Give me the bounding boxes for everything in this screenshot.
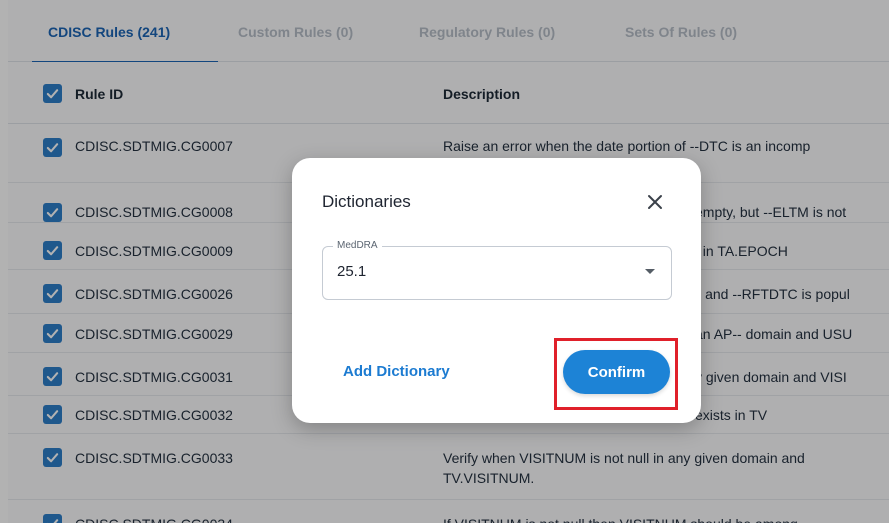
field-value: 25.1 [337, 263, 367, 280]
caret-down-icon[interactable] [645, 269, 655, 274]
field-label: MedDRA [333, 240, 382, 252]
close-icon[interactable] [644, 191, 666, 213]
dictionaries-dialog: Dictionaries MedDRA 25.1 Add Dictionary … [292, 158, 701, 423]
add-dictionary-button[interactable]: Add Dictionary [343, 363, 450, 380]
meddra-version-select[interactable]: MedDRA 25.1 [322, 240, 672, 300]
confirm-button[interactable]: Confirm [563, 350, 670, 394]
dialog-title: Dictionaries [322, 192, 411, 211]
